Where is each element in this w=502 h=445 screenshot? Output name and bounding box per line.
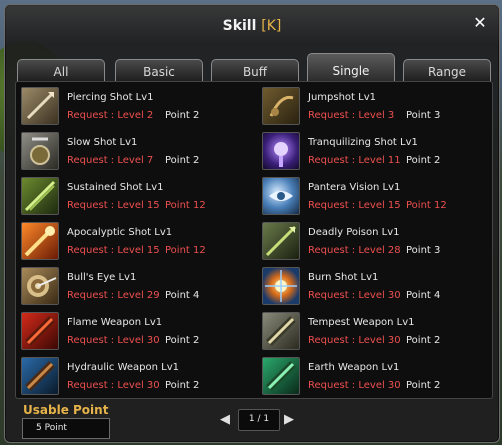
skill-requirement: Request : Level 15 [308,200,401,211]
window-title-text: Skill [222,18,257,34]
skill-point: Point 2 [406,155,441,166]
page-indicator-text: 1 / 1 [248,414,270,424]
tempest-weapon-icon [262,312,300,350]
usable-point-label: Usable Point [23,403,109,417]
skill-point: Point 2 [165,335,200,346]
window-title: Skill [K] [5,18,499,34]
skill-name: Piercing Shot Lv1 [67,92,154,103]
usable-point-box: 5 Point [22,418,110,439]
earth-weapon-icon [262,357,300,395]
skill-name: Burn Shot Lv1 [308,272,379,283]
skill-requirement: Request : Level 15 [67,245,160,256]
tab-buff[interactable]: Buff [211,59,299,82]
usable-point-value: 5 Point [36,423,67,433]
skill-item[interactable]: Slow Shot Lv1 Request : Level 7 Point 2 [18,129,248,173]
skill-name: Slow Shot Lv1 [67,137,138,148]
apocalyptic-shot-icon [21,222,59,260]
skill-point: Point 2 [406,335,441,346]
tab-range[interactable]: Range [403,59,491,82]
skill-requirement: Request : Level 2 [67,110,154,121]
tab-all[interactable]: All [17,59,105,82]
pantera-vision-icon [262,177,300,215]
skill-item[interactable]: Pantera Vision Lv1 Request : Level 15 Po… [259,174,489,218]
skill-requirement: Request : Level 28 [308,245,401,256]
skill-name: Tempest Weapon Lv1 [308,317,415,328]
skill-requirement: Request : Level 15 [67,200,160,211]
skill-point: Point 12 [165,200,206,211]
skill-item[interactable]: Piercing Shot Lv1 Request : Level 2 Poin… [18,84,248,128]
tab-single[interactable]: Single [307,53,395,82]
skill-point: Point 12 [165,245,206,256]
bulls-eye-icon [21,267,59,305]
slow-shot-icon [21,132,59,170]
title-bar[interactable]: Skill [K] ✕ [5,5,499,45]
skill-name: Earth Weapon Lv1 [308,362,400,373]
skill-list-panel: Piercing Shot Lv1 Request : Level 2 Poin… [15,81,493,399]
sustained-shot-icon [21,177,59,215]
skill-item[interactable]: Tranquilizing Shot Lv1 Request : Level 1… [259,129,489,173]
skill-requirement: Request : Level 30 [308,335,401,346]
skill-point: Point 3 [406,245,441,256]
skill-point: Point 2 [165,155,200,166]
skill-requirement: Request : Level 11 [308,155,401,166]
skill-item[interactable]: Tempest Weapon Lv1 Request : Level 30 Po… [259,309,489,353]
pagination: ◀ 1 / 1 ▶ [218,409,298,431]
skill-name: Tranquilizing Shot Lv1 [308,137,418,148]
skill-item[interactable]: Hydraulic Weapon Lv1 Request : Level 30 … [18,354,248,398]
window-hotkey: [K] [261,18,282,34]
skill-point: Point 2 [165,110,200,121]
skill-item[interactable]: Apocalyptic Shot Lv1 Request : Level 15 … [18,219,248,263]
skill-item[interactable]: Deadly Poison Lv1 Request : Level 28 Poi… [259,219,489,263]
skill-item[interactable]: Earth Weapon Lv1 Request : Level 30 Poin… [259,354,489,398]
skill-item[interactable]: Sustained Shot Lv1 Request : Level 15 Po… [18,174,248,218]
skill-requirement: Request : Level 30 [308,290,401,301]
tranquilizing-shot-icon [262,132,300,170]
skill-window: Skill [K] ✕ All Basic Buff Single Range … [4,4,500,443]
skill-name: Flame Weapon Lv1 [67,317,163,328]
tab-bar: All Basic Buff Single Range [17,53,497,82]
skill-name: Jumpshot Lv1 [308,92,376,103]
page-indicator: 1 / 1 [238,409,280,431]
skill-requirement: Request : Level 30 [67,335,160,346]
skill-requirement: Request : Level 29 [67,290,160,301]
skill-point: Point 2 [406,380,441,391]
skill-requirement: Request : Level 30 [308,380,401,391]
skill-item[interactable]: Jumpshot Lv1 Request : Level 3 Point 3 [259,84,489,128]
skill-point: Point 3 [406,110,441,121]
hydraulic-weapon-icon [21,357,59,395]
deadly-poison-icon [262,222,300,260]
skill-point: Point 12 [406,200,447,211]
skill-name: Pantera Vision Lv1 [308,182,401,193]
skill-name: Apocalyptic Shot Lv1 [67,227,173,238]
next-page-icon[interactable]: ▶ [282,412,296,428]
skill-requirement: Request : Level 7 [67,155,154,166]
skill-point: Point 4 [406,290,441,301]
skill-point: Point 2 [165,380,200,391]
skill-item[interactable]: Flame Weapon Lv1 Request : Level 30 Poin… [18,309,248,353]
skill-item[interactable]: Burn Shot Lv1 Request : Level 30 Point 4 [259,264,489,308]
skill-name: Deadly Poison Lv1 [308,227,400,238]
skill-name: Hydraulic Weapon Lv1 [67,362,180,373]
flame-weapon-icon [21,312,59,350]
skill-requirement: Request : Level 3 [308,110,395,121]
skill-name: Sustained Shot Lv1 [67,182,164,193]
jumpshot-icon [262,87,300,125]
skill-item[interactable]: Bull's Eye Lv1 Request : Level 29 Point … [18,264,248,308]
tab-basic[interactable]: Basic [115,59,203,82]
piercing-shot-icon [21,87,59,125]
burn-shot-icon [262,267,300,305]
skill-point: Point 4 [165,290,200,301]
close-icon[interactable]: ✕ [471,14,489,32]
skill-requirement: Request : Level 30 [67,380,160,391]
skill-name: Bull's Eye Lv1 [67,272,137,283]
prev-page-icon[interactable]: ◀ [218,412,232,428]
